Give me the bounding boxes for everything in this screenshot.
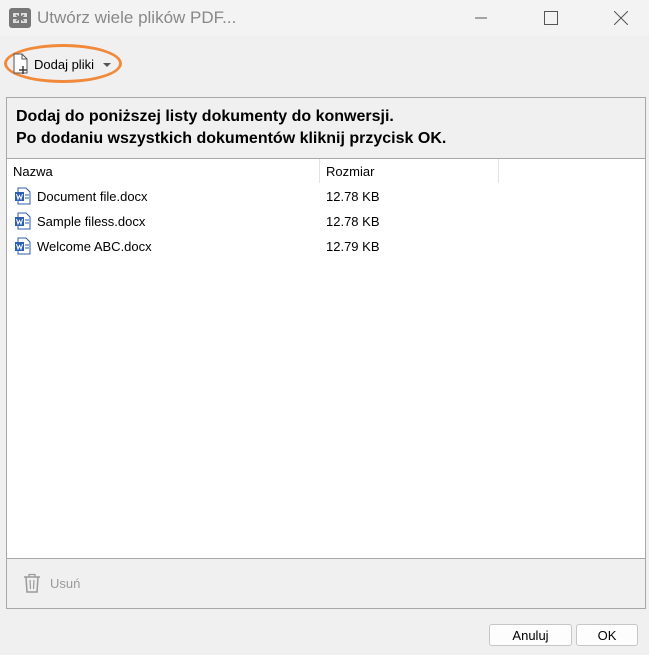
column-header-size[interactable]: Rozmiar [326, 164, 374, 179]
file-list[interactable]: Nazwa Rozmiar Document file.docx 12.78 K… [7, 158, 645, 559]
table-row[interactable]: Welcome ABC.docx 12.79 KB [7, 234, 645, 259]
maximize-icon [544, 11, 558, 25]
file-size: 12.78 KB [326, 189, 380, 204]
add-files-label: Dodaj pliki [34, 56, 94, 72]
app-icon [9, 8, 31, 28]
close-icon [614, 11, 628, 25]
add-files-button[interactable]: Dodaj pliki [11, 52, 111, 76]
cancel-button[interactable]: Anuluj [489, 624, 572, 646]
instructions: Dodaj do poniższej listy dokumenty do ko… [7, 98, 645, 158]
add-file-icon [13, 53, 28, 74]
file-size: 12.79 KB [326, 239, 380, 254]
instruction-line-2: Po dodaniu wszystkich dokumentów kliknij… [16, 130, 447, 147]
file-size: 12.78 KB [326, 214, 380, 229]
list-actions: Usuń [7, 559, 645, 608]
column-header-name[interactable]: Nazwa [13, 164, 53, 179]
minimize-icon [475, 17, 487, 19]
word-document-icon [15, 237, 31, 255]
delete-button[interactable]: Usuń [22, 571, 80, 595]
word-document-icon [15, 187, 31, 205]
word-document-icon [15, 212, 31, 230]
column-divider[interactable] [498, 159, 499, 183]
table-row[interactable]: Document file.docx 12.78 KB [7, 184, 645, 209]
file-name: Welcome ABC.docx [37, 239, 152, 254]
ok-button[interactable]: OK [576, 624, 638, 646]
main-panel: Dodaj do poniższej listy dokumenty do ko… [6, 97, 646, 609]
instruction-line-1: Dodaj do poniższej listy dokumenty do ko… [16, 108, 394, 125]
trash-icon [24, 573, 40, 593]
window-title: Utwórz wiele plików PDF... [37, 8, 237, 27]
file-name: Sample filess.docx [37, 214, 146, 229]
maximize-button[interactable] [528, 0, 574, 36]
minimize-button[interactable] [458, 0, 504, 36]
title-bar: Utwórz wiele plików PDF... [0, 0, 649, 36]
chevron-down-icon[interactable] [102, 63, 111, 67]
toolbar: Dodaj pliki [0, 40, 649, 92]
list-header: Nazwa Rozmiar [7, 159, 645, 184]
table-row[interactable]: Sample filess.docx 12.78 KB [7, 209, 645, 234]
delete-label: Usuń [50, 575, 81, 591]
close-button[interactable] [598, 0, 644, 36]
column-divider[interactable] [319, 159, 320, 183]
file-name: Document file.docx [37, 189, 148, 204]
